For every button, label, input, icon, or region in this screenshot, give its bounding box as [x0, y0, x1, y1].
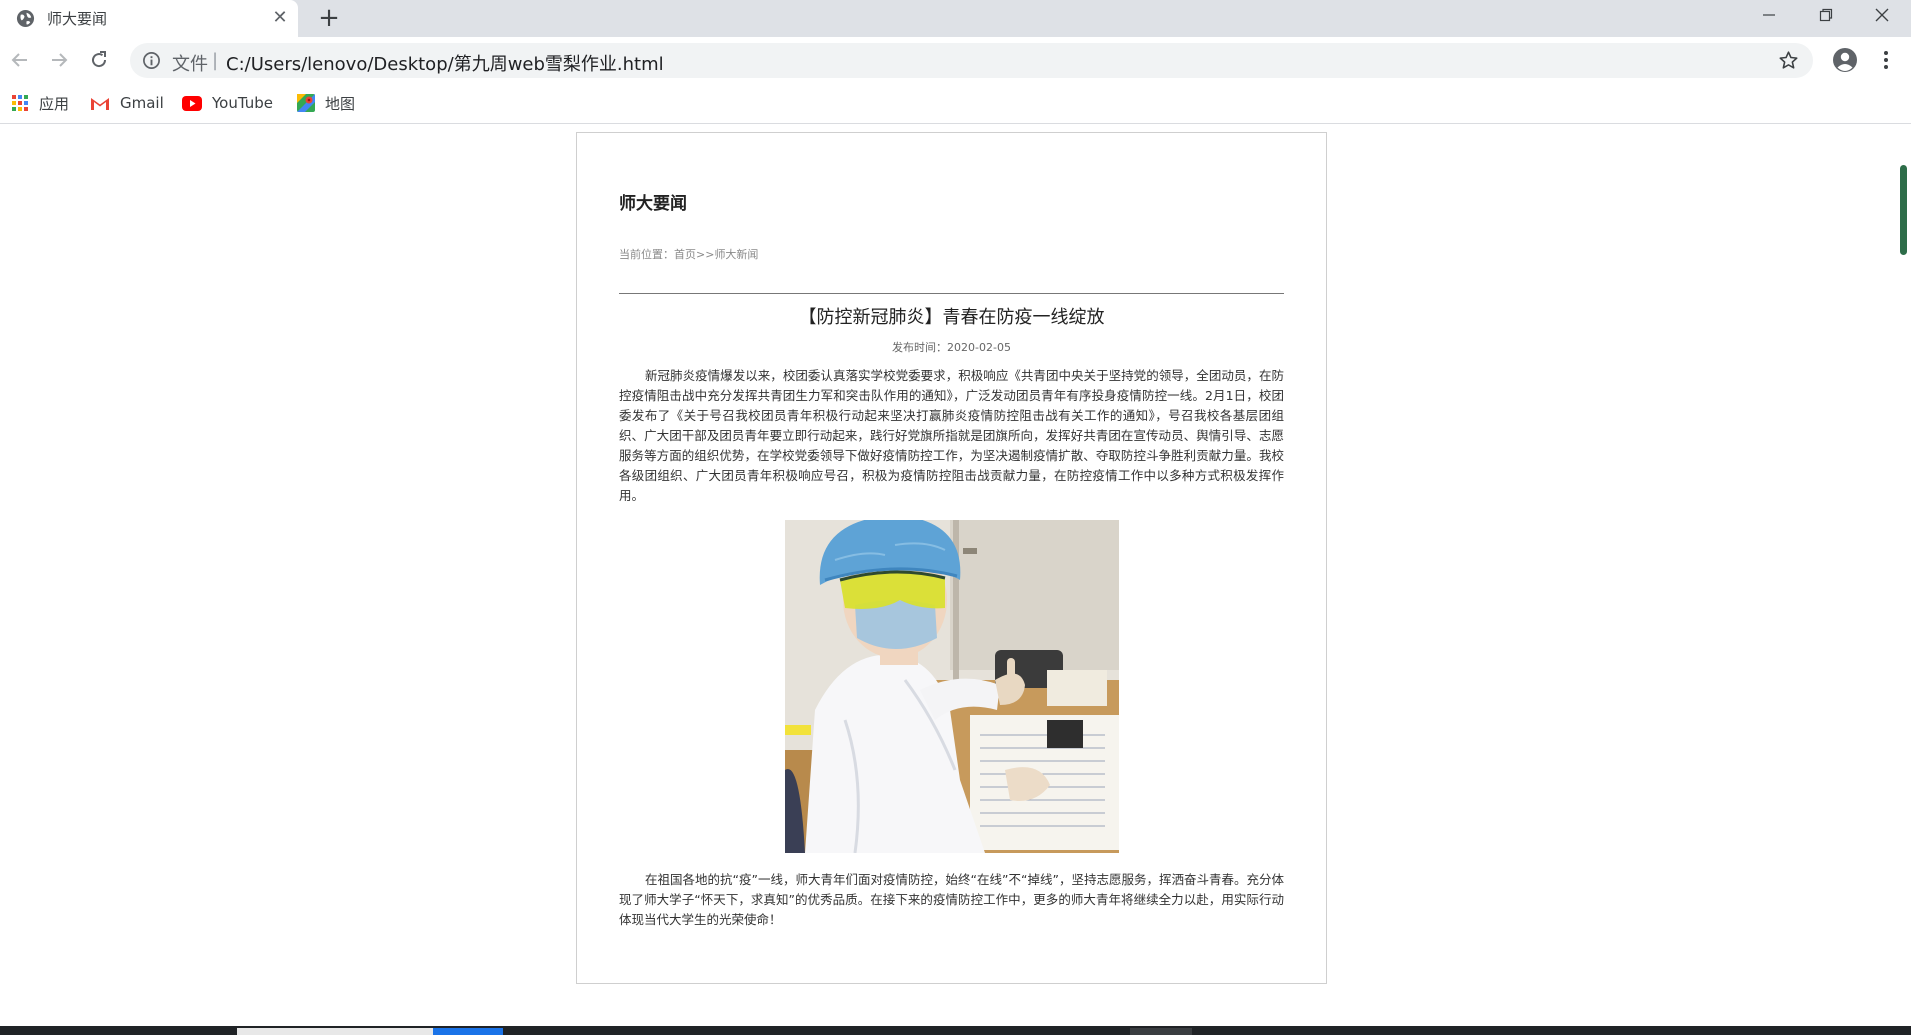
breadcrumb: 当前位置：首页>>师大新闻 — [619, 246, 758, 262]
article-container: 师大要闻 当前位置：首页>>师大新闻 【防控新冠肺炎】青春在防疫一线绽放 发布时… — [576, 132, 1327, 984]
taskbar-item-active[interactable] — [433, 1028, 503, 1035]
address-bar[interactable]: 文件 | C:/Users/lenovo/Desktop/第九周web雪梨作业.… — [130, 43, 1813, 78]
article-photo — [785, 520, 1119, 853]
bookmark-star-icon[interactable] — [1778, 50, 1799, 71]
close-tab-icon[interactable]: ✕ — [270, 8, 290, 28]
breadcrumb-current[interactable]: 师大新闻 — [714, 248, 758, 261]
scheme-label: 文件 — [172, 54, 208, 75]
more-menu-icon[interactable] — [1874, 48, 1898, 72]
publish-date-label: 发布时间： — [892, 341, 948, 354]
breadcrumb-home-link[interactable]: 首页 — [674, 248, 696, 261]
scrollbar-thumb[interactable] — [1900, 165, 1907, 255]
taskbar-item[interactable] — [237, 1028, 433, 1035]
apps-grid-icon — [12, 95, 28, 111]
tab-title: 师大要闻 — [47, 10, 108, 28]
youtube-icon — [182, 95, 202, 111]
article-title: 【防控新冠肺炎】青春在防疫一线绽放 — [798, 307, 1105, 328]
breadcrumb-prefix: 当前位置： — [619, 248, 674, 261]
publish-date-value: 2020-02-05 — [947, 341, 1011, 354]
breadcrumb-separator: >> — [696, 248, 715, 261]
bookmark-label: 应用 — [39, 94, 70, 113]
globe-icon — [16, 9, 35, 28]
bookmark-label: YouTube — [212, 94, 273, 112]
new-tab-button[interactable]: + — [316, 5, 342, 31]
reload-button[interactable] — [87, 48, 111, 72]
bookmarks-bar: 应用 Gmail YouTube 地图 — [0, 84, 1911, 124]
bookmark-youtube[interactable]: YouTube — [182, 90, 273, 116]
article-paragraph-2: 在祖国各地的抗“疫”一线，师大青年们面对疫情防控，始终“在线”不“掉线”，坚持志… — [619, 872, 1284, 927]
tab-strip: 师大要闻 ✕ + — [0, 0, 1911, 37]
site-title: 师大要闻 — [619, 194, 687, 214]
taskbar — [0, 1026, 1911, 1035]
article-paragraph-1: 新冠肺炎疫情爆发以来，校团委认真落实学校党委要求，积极响应《共青团中央关于坚持党… — [619, 368, 1284, 503]
url-text[interactable]: C:/Users/lenovo/Desktop/第九周web雪梨作业.html — [226, 50, 664, 76]
divider — [619, 293, 1284, 294]
bookmark-label: 地图 — [325, 94, 356, 113]
address-separator: | — [212, 50, 219, 71]
profile-avatar-icon[interactable] — [1832, 47, 1858, 73]
close-window-button[interactable] — [1853, 0, 1911, 30]
restore-button[interactable] — [1797, 0, 1855, 30]
bookmark-apps[interactable]: 应用 — [11, 90, 69, 116]
browser-tab[interactable]: 师大要闻 ✕ — [0, 0, 298, 37]
browser-toolbar: 文件 | C:/Users/lenovo/Desktop/第九周web雪梨作业.… — [0, 37, 1911, 84]
info-icon[interactable] — [142, 51, 161, 70]
taskbar-item[interactable] — [1130, 1028, 1192, 1035]
bookmark-label: Gmail — [120, 94, 164, 112]
forward-button[interactable] — [47, 48, 71, 72]
gmail-icon — [91, 97, 109, 110]
bookmark-maps[interactable]: 地图 — [297, 90, 355, 116]
maps-icon — [297, 94, 315, 112]
bookmark-gmail[interactable]: Gmail — [90, 90, 164, 116]
publish-date: 发布时间：2020-02-05 — [619, 339, 1284, 355]
back-button[interactable] — [8, 48, 32, 72]
minimize-button[interactable] — [1740, 0, 1798, 30]
